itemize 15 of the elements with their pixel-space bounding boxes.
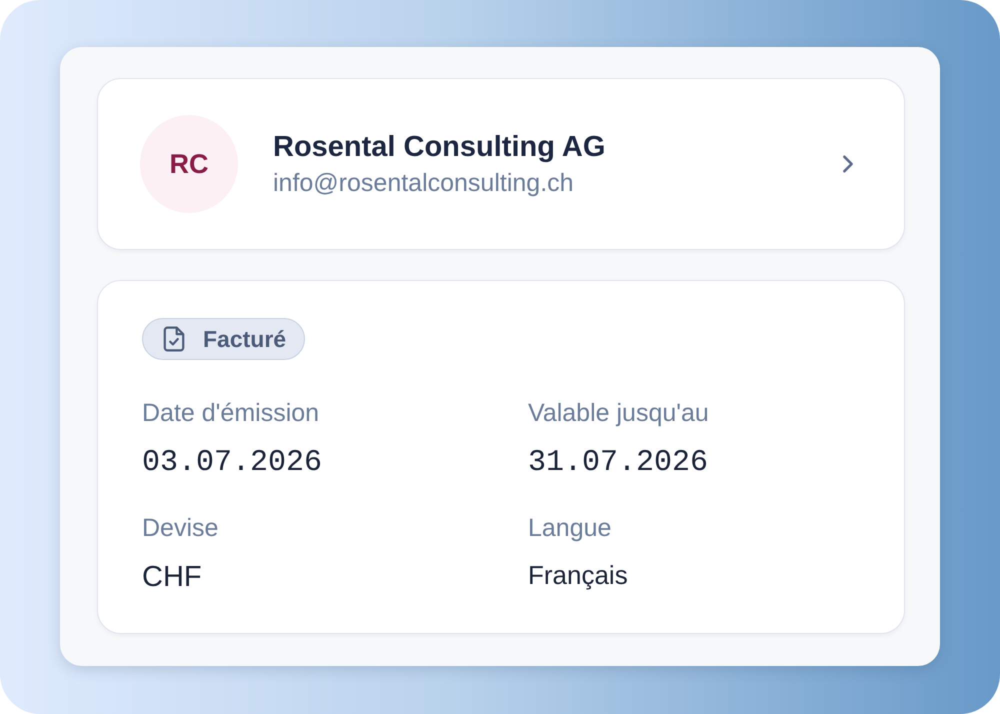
field-value: Français (528, 560, 629, 592)
field-value: 03.07.2026 (142, 445, 324, 481)
client-email: info@rosentalconsulting.ch (273, 168, 575, 198)
avatar: RC (140, 115, 238, 213)
field-label: Date d'émission (142, 398, 320, 428)
field-label: Valable jusqu'au (528, 398, 710, 428)
status-label: Facturé (203, 326, 286, 352)
client-card[interactable]: RC Rosental Consulting AG info@rosentalconsulting.ch (97, 78, 905, 250)
field-label: Langue (528, 513, 612, 543)
client-name: Rosental Consulting AG (273, 130, 606, 164)
chevron-right-icon[interactable] (842, 154, 854, 174)
field-value: CHF (142, 560, 203, 595)
field-value: 31.07.2026 (528, 445, 710, 481)
document-check-icon (163, 326, 185, 352)
field-label: Devise (142, 513, 220, 543)
